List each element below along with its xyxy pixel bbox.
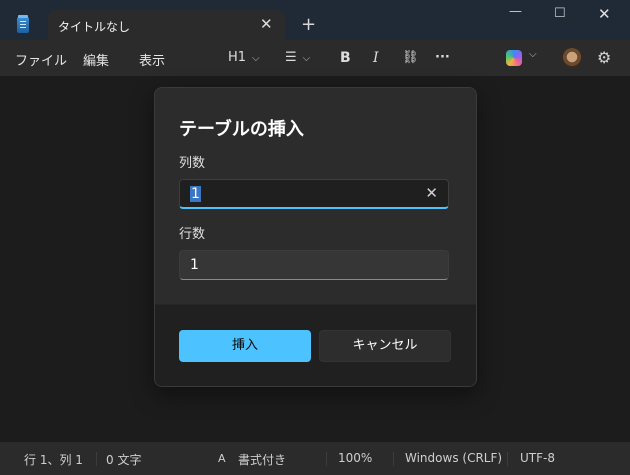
menu-view[interactable]: 表示 — [139, 50, 165, 69]
dialog-title: テーブルの挿入 — [179, 119, 304, 140]
chevron-down-icon: ⌵ — [252, 53, 260, 64]
maximize-button[interactable]: ☐ — [554, 6, 566, 21]
line-ending[interactable]: Windows (CRLF) — [405, 451, 502, 465]
minimize-button[interactable]: — — [509, 4, 522, 19]
rows-input[interactable]: 1 — [179, 250, 449, 280]
status-divider — [393, 452, 394, 466]
heading-dropdown[interactable]: H1 ⌵ — [228, 50, 260, 65]
cursor-position: 行 1、列 1 — [24, 453, 83, 467]
bold-button[interactable]: B — [340, 50, 351, 66]
insert-button[interactable]: 挿入 — [179, 330, 311, 362]
menu-file[interactable]: ファイル — [15, 50, 67, 69]
rows-label: 行数 — [179, 227, 206, 242]
tab-close-icon[interactable]: ✕ — [260, 15, 273, 33]
encoding[interactable]: UTF-8 — [520, 451, 555, 465]
zoom-level[interactable]: 100% — [338, 451, 372, 465]
tab-title: タイトルなし — [58, 20, 131, 34]
list-dropdown[interactable]: ☰ ⌵ — [285, 50, 310, 65]
close-window-button[interactable]: ✕ — [598, 5, 611, 23]
notepad-icon — [17, 15, 29, 33]
columns-input[interactable]: 1 ✕ — [179, 179, 449, 209]
more-options-button[interactable]: ··· — [435, 50, 450, 65]
rows-value: 1 — [190, 257, 199, 273]
status-divider — [507, 452, 508, 466]
chevron-down-icon[interactable]: ⌵ — [529, 49, 537, 60]
columns-label: 列数 — [179, 156, 206, 171]
columns-value: 1 — [190, 186, 201, 202]
character-count: 0 文字 — [106, 453, 142, 467]
title-bar: タイトルなし ✕ + — ☐ ✕ — [0, 0, 630, 42]
cancel-button[interactable]: キャンセル — [319, 330, 451, 362]
format-mode[interactable]: 書式付き — [238, 451, 286, 468]
status-divider — [96, 452, 97, 466]
insert-table-dialog: テーブルの挿入 列数 1 ✕ 行数 1 挿入 キャンセル — [154, 87, 477, 387]
link-button[interactable]: ⛓ — [402, 50, 419, 65]
new-tab-button[interactable]: + — [301, 14, 316, 35]
list-icon: ☰ — [285, 50, 297, 65]
format-icon: A — [218, 452, 226, 465]
tab-untitled[interactable]: タイトルなし ✕ — [48, 10, 285, 42]
clear-icon[interactable]: ✕ — [425, 184, 438, 202]
status-bar: 行 1、列 1 0 文字 A 書式付き 100% Windows (CRLF) … — [0, 442, 630, 475]
status-divider — [326, 452, 327, 466]
menu-edit[interactable]: 編集 — [83, 50, 109, 69]
italic-button[interactable]: I — [373, 50, 379, 66]
avatar[interactable] — [562, 48, 582, 68]
copilot-icon[interactable] — [506, 50, 522, 66]
heading-label: H1 — [228, 50, 247, 65]
gear-icon[interactable]: ⚙ — [597, 48, 611, 67]
chevron-down-icon: ⌵ — [302, 53, 311, 64]
